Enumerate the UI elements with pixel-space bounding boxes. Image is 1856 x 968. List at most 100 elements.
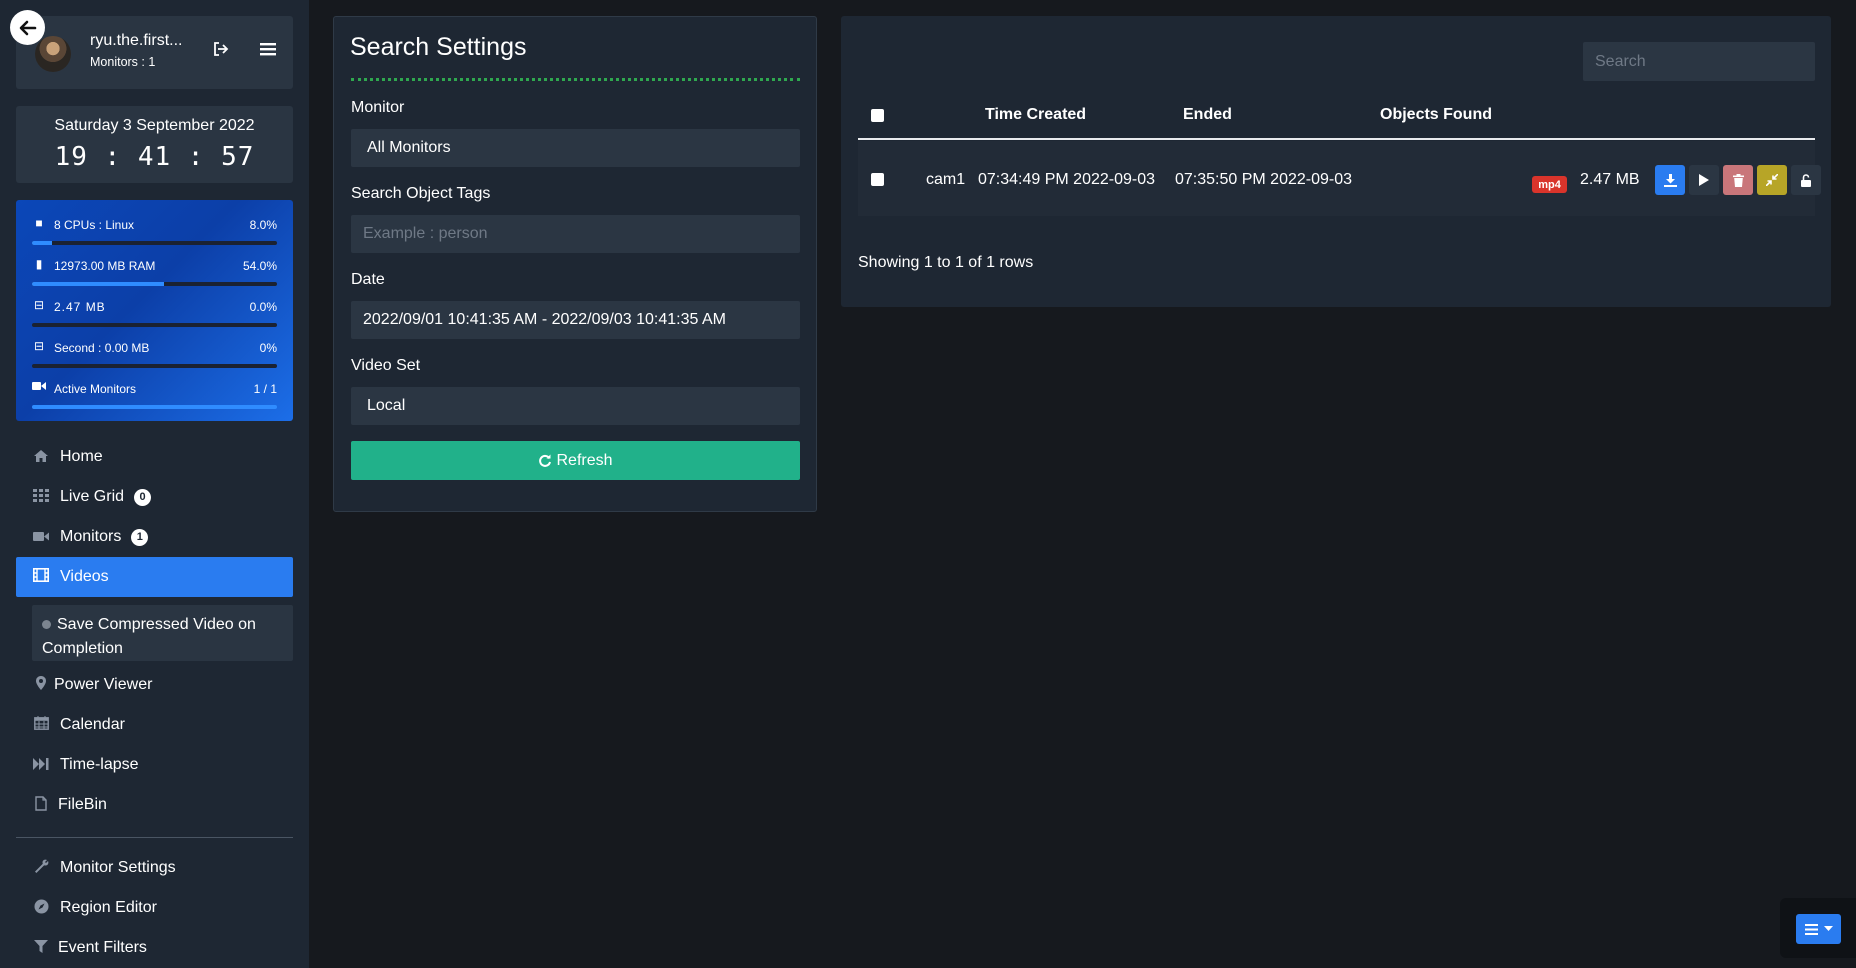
- file-icon: [30, 795, 52, 815]
- download-icon: [1663, 173, 1677, 187]
- stat-label: Second : 0.00 MB: [54, 341, 150, 355]
- sidebar-item-label: Region Editor: [60, 899, 157, 916]
- trash-icon: [1732, 173, 1744, 187]
- search-tags-input[interactable]: [351, 215, 800, 253]
- table-search-input[interactable]: [1583, 42, 1815, 81]
- sidebar-item-label: Event Filters: [58, 939, 147, 956]
- calendar-icon: [30, 716, 52, 734]
- compass-icon: [30, 899, 52, 918]
- column-ended[interactable]: Ended: [1183, 106, 1232, 124]
- search-settings-panel: Search Settings Monitor All Monitors Sea…: [333, 16, 817, 512]
- stat-value: 54.0%: [242, 259, 277, 273]
- compress-icon: [1766, 174, 1778, 186]
- film-icon: [30, 568, 52, 586]
- stat-cpu: ■ 8 CPUs : Linux 8.0%: [32, 205, 277, 245]
- sidebar-item-filebin[interactable]: FileBin: [16, 785, 293, 825]
- table-row: cam1 07:34:49 PM 2022-09-03 07:35:50 PM …: [858, 141, 1821, 216]
- video-camera-icon: [32, 380, 46, 394]
- stat-label: 2.47 MB: [54, 300, 106, 314]
- compress-button[interactable]: [1757, 165, 1787, 195]
- sidebar-item-videos[interactable]: Videos: [16, 557, 293, 597]
- sidebar-item-timelapse[interactable]: Time-lapse: [16, 745, 293, 785]
- sidebar-item-label: Time-lapse: [60, 756, 139, 773]
- refresh-button[interactable]: Refresh: [351, 441, 800, 480]
- refresh-icon: [539, 454, 552, 467]
- row-time-created: 07:34:49 PM 2022-09-03: [978, 171, 1156, 188]
- video-set-label: Video Set: [351, 357, 421, 374]
- sidebar-item-label: Videos: [60, 568, 109, 585]
- results-panel: Time Created Ended Objects Found cam1 07…: [841, 16, 1831, 307]
- sidebar-item-home[interactable]: Home: [16, 437, 293, 477]
- play-icon: [1699, 174, 1709, 186]
- grid-icon: [30, 488, 52, 506]
- panel-title: Search Settings: [350, 33, 527, 61]
- sidebar-item-label: FileBin: [58, 796, 107, 813]
- sidebar-divider: [16, 837, 293, 838]
- stat-progress-bar: [32, 364, 277, 368]
- sidebar-item-power-viewer[interactable]: Power Viewer: [16, 665, 293, 705]
- memory-icon: ▮: [35, 257, 43, 271]
- sidebar-item-calendar[interactable]: Calendar: [16, 705, 293, 745]
- column-time-created[interactable]: Time Created: [985, 106, 1086, 124]
- stat-value: 0%: [259, 341, 277, 355]
- date-label: Date: [351, 271, 385, 288]
- filter-icon: [30, 939, 52, 957]
- sidebar-item-label: Home: [60, 448, 103, 465]
- sidebar-item-label: Power Viewer: [54, 676, 153, 693]
- play-button[interactable]: [1689, 165, 1719, 195]
- sidebar-item-region-editor[interactable]: Region Editor: [16, 888, 293, 928]
- sidebar: ryu.the.first... Monitors : 1 Saturday 3…: [0, 0, 309, 968]
- row-size: 2.47 MB: [1580, 171, 1640, 188]
- format-badge: mp4: [1532, 176, 1567, 193]
- row-checkbox[interactable]: [871, 173, 884, 186]
- stat-label: 12973.00 MB RAM: [54, 259, 156, 273]
- stat-label: Active Monitors: [54, 382, 137, 396]
- sidebar-item-live-grid[interactable]: Live Grid 0: [16, 477, 293, 517]
- stat-progress-bar: [32, 241, 277, 245]
- stat-disk: ⊟ 2.47 MB 0.0%: [32, 287, 277, 327]
- select-all-checkbox[interactable]: [871, 109, 884, 122]
- status-dot-icon: [42, 620, 51, 629]
- column-objects-found[interactable]: Objects Found: [1380, 106, 1492, 124]
- wrench-icon: [30, 859, 52, 878]
- stat-progress-bar: [32, 282, 277, 286]
- clock-card: Saturday 3 September 2022 19 : 41 : 57: [16, 106, 293, 183]
- logout-icon[interactable]: [213, 42, 229, 61]
- floating-menu-container: [1780, 898, 1856, 958]
- stat-value: 0.0%: [249, 300, 277, 314]
- video-set-select[interactable]: Local: [351, 387, 800, 425]
- panel-divider: [351, 78, 800, 81]
- sidebar-item-monitor-settings[interactable]: Monitor Settings: [16, 848, 293, 888]
- unlock-button[interactable]: [1791, 165, 1821, 195]
- date-range-field[interactable]: 2022/09/01 10:41:35 AM - 2022/09/03 10:4…: [351, 301, 800, 339]
- arrow-left-icon: [19, 20, 36, 35]
- stat-progress-bar: [32, 405, 277, 409]
- download-button[interactable]: [1655, 165, 1685, 195]
- back-arrow-button[interactable]: [10, 10, 45, 45]
- map-marker-icon: [30, 676, 52, 694]
- clock-date: Saturday 3 September 2022: [54, 117, 255, 134]
- hamburger-menu-icon: [1804, 923, 1818, 935]
- user-card: ryu.the.first... Monitors : 1: [16, 16, 293, 89]
- toggle-label: Save Compressed Video on Completion: [42, 616, 256, 657]
- unlock-icon: [1801, 173, 1811, 187]
- stat-value: 1 / 1: [253, 382, 277, 396]
- sidebar-item-monitors[interactable]: Monitors 1: [16, 517, 293, 557]
- delete-button[interactable]: [1723, 165, 1753, 195]
- stat-value: 8.0%: [249, 218, 277, 232]
- sidebar-item-event-filters[interactable]: Event Filters: [16, 928, 293, 968]
- row-ended: 07:35:50 PM 2022-09-03: [1175, 171, 1353, 188]
- hdd-icon: ⊟: [33, 339, 45, 353]
- video-camera-icon: [30, 529, 52, 546]
- clock-time: 19 : 41 : 57: [54, 142, 255, 172]
- user-name: ryu.the.first...: [90, 32, 183, 49]
- save-compressed-video-toggle[interactable]: Save Compressed Video on Completion: [32, 605, 293, 661]
- caret-down-icon: [1823, 926, 1833, 931]
- search-tags-label: Search Object Tags: [351, 185, 491, 202]
- hamburger-menu-icon[interactable]: [260, 40, 276, 61]
- stat-label: 8 CPUs : Linux: [54, 218, 135, 232]
- monitor-select[interactable]: All Monitors: [351, 129, 800, 167]
- floating-menu-button[interactable]: [1796, 914, 1841, 944]
- home-icon: [30, 449, 52, 466]
- table-header-divider: [858, 138, 1815, 140]
